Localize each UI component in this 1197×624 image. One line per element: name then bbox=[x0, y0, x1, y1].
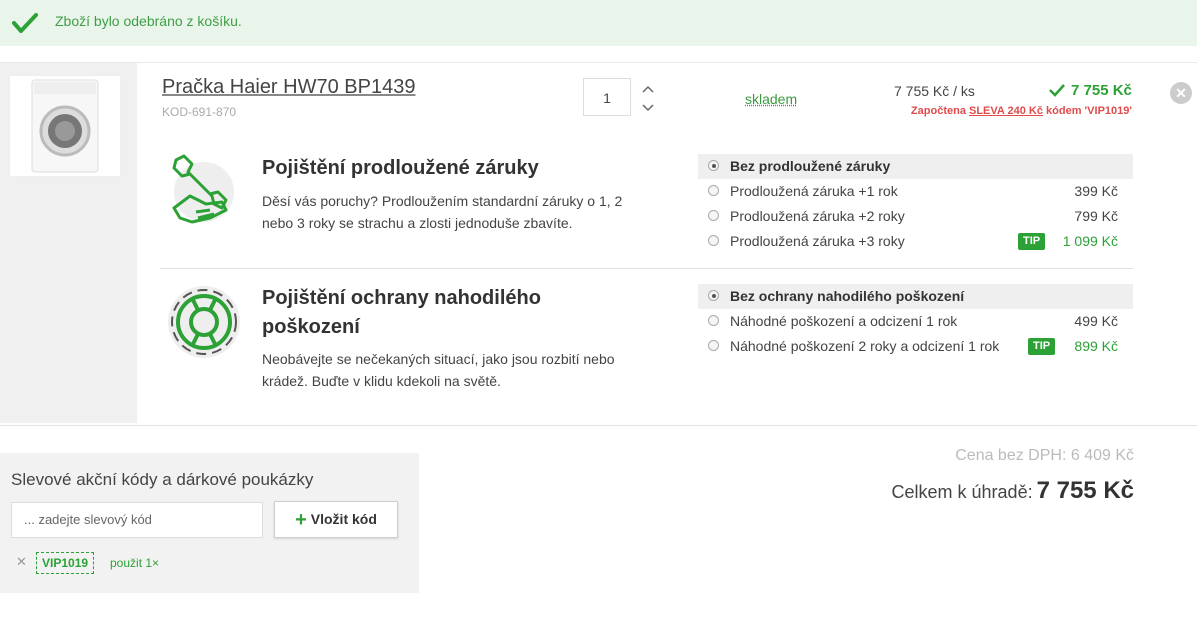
total-to-pay: Celkem k úhradě: 7 755 Kč bbox=[892, 477, 1134, 505]
discount-suffix: kódem 'VIP1019' bbox=[1046, 105, 1132, 117]
option-label: Náhodné poškození a odcizení 1 rok bbox=[730, 313, 958, 329]
warranty-option-1y[interactable]: Prodloužená záruka +1 rok 399 Kč bbox=[698, 179, 1133, 204]
warranty-desc-line2: nebo 3 roky se strachu a zlosti jednoduš… bbox=[262, 215, 573, 231]
close-icon: ✕ bbox=[1175, 85, 1187, 101]
radio-button[interactable] bbox=[708, 210, 719, 221]
radio-button[interactable] bbox=[708, 315, 719, 326]
option-label: Náhodné poškození 2 roky a odcizení 1 ro… bbox=[730, 338, 1000, 354]
warranty-option-2y[interactable]: Prodloužená záruka +2 roky 799 Kč bbox=[698, 204, 1133, 229]
remove-item-button[interactable]: ✕ bbox=[1170, 82, 1192, 104]
check-icon bbox=[12, 13, 38, 33]
discount-note: Započtena SLEVA 240 Kč kódem 'VIP1019' bbox=[911, 105, 1132, 117]
section-divider bbox=[160, 268, 1133, 269]
lifebuoy-icon bbox=[168, 286, 240, 358]
product-image-column bbox=[0, 63, 137, 423]
check-icon bbox=[1049, 84, 1065, 97]
quantity-input[interactable]: 1 bbox=[583, 78, 631, 116]
damage-desc-line2: krádež. Buďte v klidu kdekoli na světě. bbox=[262, 373, 501, 389]
remove-coupon-icon[interactable]: ✕ bbox=[16, 554, 27, 570]
warranty-option-3y[interactable]: Prodloužená záruka +3 roky TIP 1 099 Kč bbox=[698, 229, 1133, 254]
product-name-link[interactable]: Pračka Haier HW70 BP1439 bbox=[162, 76, 415, 99]
option-price: 799 Kč bbox=[1074, 208, 1118, 224]
wrench-hand-icon bbox=[172, 154, 234, 224]
washing-machine-image bbox=[31, 79, 99, 173]
radio-button[interactable] bbox=[708, 185, 719, 196]
total-value: 7 755 Kč bbox=[1036, 477, 1134, 504]
coupon-title: Slevové akční kódy a dárkové poukázky bbox=[11, 470, 314, 489]
product-thumbnail[interactable] bbox=[9, 75, 121, 177]
warranty-title: Pojištění prodloužené záruky bbox=[262, 157, 539, 179]
damage-option-none[interactable]: Bez ochrany nahodilého poškození bbox=[698, 284, 1133, 309]
tip-badge: TIP bbox=[1018, 233, 1046, 250]
option-price: 399 Kč bbox=[1074, 183, 1118, 199]
option-label: Prodloužená záruka +2 roky bbox=[730, 208, 905, 224]
coupon-input[interactable]: ... zadejte slevový kód bbox=[11, 502, 263, 538]
damage-title-line2: poškození bbox=[262, 316, 360, 338]
availability-status: skladem bbox=[745, 91, 798, 107]
option-label: Bez ochrany nahodilého poškození bbox=[730, 288, 965, 304]
item-total-value: 7 755 Kč bbox=[1071, 82, 1132, 99]
coupon-usage: použit 1× bbox=[110, 556, 160, 570]
radio-button[interactable] bbox=[708, 340, 719, 351]
option-price: 499 Kč bbox=[1074, 313, 1118, 329]
product-code: KOD-691-870 bbox=[162, 105, 237, 119]
option-price: 899 Kč bbox=[1074, 338, 1118, 354]
apply-coupon-button[interactable]: + Vložit kód bbox=[274, 501, 398, 538]
plus-icon: + bbox=[295, 509, 307, 531]
warranty-desc-line1: Děsí vás poruchy? Prodloužením standardn… bbox=[262, 193, 623, 209]
coupon-panel: Slevové akční kódy a dárkové poukázky ..… bbox=[0, 453, 419, 593]
applied-coupon-code: VIP1019 bbox=[36, 552, 95, 574]
discount-prefix: Započtena bbox=[910, 105, 966, 117]
radio-button[interactable] bbox=[708, 290, 719, 301]
success-notice: Zboží bylo odebráno z košíku. bbox=[0, 0, 1197, 46]
price-without-vat: Cena bez DPH: 6 409 Kč bbox=[955, 447, 1134, 464]
apply-coupon-label: Vložit kód bbox=[310, 511, 377, 527]
total-label: Celkem k úhradě: bbox=[891, 482, 1033, 502]
discount-amount: SLEVA 240 Kč bbox=[969, 105, 1043, 117]
option-label: Prodloužená záruka +3 roky bbox=[730, 233, 905, 249]
radio-button[interactable] bbox=[708, 160, 719, 171]
chevron-up-icon[interactable] bbox=[641, 84, 655, 94]
damage-option-2y[interactable]: Náhodné poškození 2 roky a odcizení 1 ro… bbox=[698, 334, 1133, 359]
damage-option-1y[interactable]: Náhodné poškození a odcizení 1 rok 499 K… bbox=[698, 309, 1133, 334]
item-total-price: 7 755 Kč bbox=[1049, 82, 1132, 99]
unit-price: 7 755 Kč / ks bbox=[894, 83, 975, 99]
tip-badge: TIP bbox=[1028, 338, 1056, 355]
warranty-option-none[interactable]: Bez prodloužené záruky bbox=[698, 154, 1133, 179]
option-price: 1 099 Kč bbox=[1062, 233, 1118, 249]
damage-desc-line1: Neobávejte se nečekaných situací, jako j… bbox=[262, 351, 615, 367]
damage-title-line1: Pojištění ochrany nahodilého bbox=[262, 287, 541, 309]
option-label: Prodloužená záruka +1 rok bbox=[730, 183, 898, 199]
notice-message: Zboží bylo odebráno z košíku. bbox=[55, 13, 242, 29]
radio-button[interactable] bbox=[708, 235, 719, 246]
option-label: Bez prodloužené záruky bbox=[730, 158, 891, 174]
chevron-down-icon[interactable] bbox=[641, 103, 655, 113]
